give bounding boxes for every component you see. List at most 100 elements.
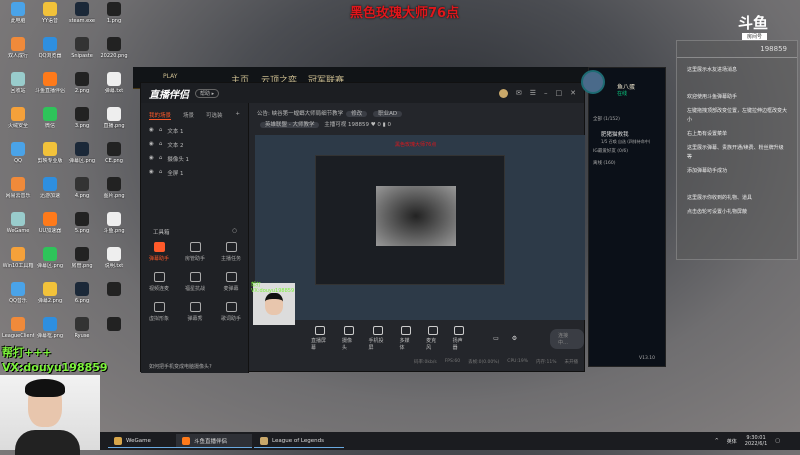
eye-icon[interactable]: ◉ xyxy=(149,155,154,163)
friend-group-fav[interactable]: IG最爱好友 (0/6) xyxy=(593,148,628,154)
desktop-icon[interactable]: QQ音乐 xyxy=(2,282,34,317)
source-item[interactable]: ◉ ⌂ 文本 1 xyxy=(141,124,248,138)
category-tag[interactable]: 职业AD xyxy=(373,111,403,117)
close-icon[interactable]: ✕ xyxy=(570,89,576,98)
friend-name[interactable]: 肥猪猫救我 xyxy=(601,130,629,138)
desktop-icon[interactable]: CE.png xyxy=(98,142,130,177)
desktop-icon[interactable]: 回收站 xyxy=(2,72,34,107)
tool-item[interactable]: 麦弹幕 xyxy=(213,272,249,302)
friend-group-all[interactable]: 全部 (1/152) xyxy=(593,116,620,122)
desktop-icon[interactable]: steam.exe xyxy=(66,2,98,37)
start-live-button[interactable]: 连接中... xyxy=(550,328,584,349)
desktop-icon[interactable]: 弹幕.txt xyxy=(98,72,130,107)
source-button[interactable]: 多媒体 xyxy=(400,326,414,351)
desktop-icon[interactable]: 4.png xyxy=(66,177,98,212)
source-item[interactable]: ◉ ⌂ 摄像头 1 xyxy=(141,152,248,166)
desktop-icon[interactable] xyxy=(98,282,130,317)
desktop-icon[interactable]: 弹幕2.png xyxy=(34,282,66,317)
tab-my-scenes[interactable]: 我的场景 xyxy=(149,111,172,120)
menu-icon[interactable]: ☰ xyxy=(530,89,536,98)
toolbox-settings-icon[interactable]: ○ xyxy=(232,228,237,236)
taskbar-wegame[interactable]: WeGame xyxy=(108,434,184,448)
add-scene-icon[interactable]: + xyxy=(235,111,240,120)
tool-item[interactable]: 主播任务 xyxy=(213,242,249,272)
desktop-icon[interactable]: 直播.png xyxy=(98,107,130,142)
online-status[interactable]: 在线 xyxy=(617,90,627,97)
desktop-icon[interactable]: 房管.png xyxy=(66,247,98,282)
game-category[interactable]: 英雄联盟 - 大师教学 xyxy=(260,122,320,128)
desktop-icon[interactable]: Win10工具箱 xyxy=(2,247,34,282)
minimize-icon[interactable]: – xyxy=(544,89,548,98)
tool-item[interactable]: 视频连麦 xyxy=(141,272,177,302)
tip-link[interactable]: 如何把手机变成电脑摄像头? xyxy=(149,363,212,370)
source-button[interactable]: 直播屏幕 xyxy=(311,326,329,351)
desktop-icon[interactable]: YY语音 xyxy=(34,2,66,37)
desktop-icon-label: QQ xyxy=(14,158,22,164)
desktop-icon-label: 房管.png xyxy=(71,263,93,269)
tool-item[interactable]: 虚拟形象 xyxy=(141,302,177,332)
desktop-icon[interactable]: WeGame xyxy=(2,212,34,247)
desktop-icon[interactable]: 1.png xyxy=(98,2,130,37)
help-button[interactable]: 帮助 ▸ xyxy=(195,88,220,98)
record-icon[interactable]: ▭ xyxy=(493,335,499,342)
clock[interactable]: 9:30:01 2022/6/1 xyxy=(745,435,767,447)
notice-edit-button[interactable]: 修改 xyxy=(346,111,368,117)
desktop-icon[interactable]: 火绒安全 xyxy=(2,107,34,142)
tool-item[interactable]: 房管助手 xyxy=(177,242,213,272)
desktop-icon[interactable]: 网易云音乐 xyxy=(2,177,34,212)
lock-icon[interactable]: ⌂ xyxy=(159,155,163,163)
desktop-icon[interactable]: 20220.png xyxy=(98,37,130,72)
tool-item[interactable]: 弹幕秀 xyxy=(177,302,213,332)
friend-group-offline[interactable]: 离线 (160) xyxy=(593,160,616,166)
notification-icon[interactable]: ▢ xyxy=(775,438,780,444)
ime-indicator[interactable]: 英体 xyxy=(727,438,737,445)
source-item[interactable]: ◉ ⌂ 全屏 1 xyxy=(141,166,248,180)
desktop-icon[interactable]: 图片.png xyxy=(98,177,130,212)
user-avatar[interactable] xyxy=(498,88,508,98)
tool-item[interactable]: 弹幕助手 xyxy=(141,242,177,272)
lock-icon[interactable]: ⌂ xyxy=(159,141,163,149)
source-item[interactable]: ◉ ⌂ 文本 2 xyxy=(141,138,248,152)
message-icon[interactable]: ✉ xyxy=(516,89,522,98)
eye-icon[interactable]: ◉ xyxy=(149,169,154,177)
desktop-icon[interactable]: 2.png xyxy=(66,72,98,107)
desktop-icon[interactable]: 弹幕区.png xyxy=(66,142,98,177)
maximize-icon[interactable]: □ xyxy=(556,89,563,98)
desktop-icon[interactable]: 说明.txt xyxy=(98,247,130,282)
desktop-icon[interactable]: Snipaste xyxy=(66,37,98,72)
source-button[interactable]: 扬声器 xyxy=(453,326,467,351)
settings-icon[interactable]: ⚙ xyxy=(512,335,517,342)
tool-item[interactable]: 歌词助手 xyxy=(213,302,249,332)
app-icon xyxy=(11,72,25,86)
tab-scenes[interactable]: 场景 xyxy=(183,111,194,120)
lol-play-button[interactable]: PLAY xyxy=(163,73,177,80)
source-button[interactable]: 摄像头 xyxy=(342,326,356,351)
taskbar-lol[interactable]: League of Legends xyxy=(254,434,344,448)
desktop-icon[interactable]: 弹幕区.png xyxy=(34,247,66,282)
desktop-icon[interactable]: 5.png xyxy=(66,212,98,247)
desktop-icon[interactable]: 斗鱼直播伴侣 xyxy=(34,72,66,107)
desktop-icon[interactable]: UU加速器 xyxy=(34,212,66,247)
desktop-icon[interactable]: 3.png xyxy=(66,107,98,142)
desktop-icon[interactable]: 此电脑 xyxy=(2,2,34,37)
desktop-icon[interactable]: 剪映专业版 xyxy=(34,142,66,177)
tab-optional[interactable]: 可选装 xyxy=(206,111,223,120)
profile-avatar[interactable] xyxy=(581,70,605,94)
eye-icon[interactable]: ◉ xyxy=(149,141,154,149)
desktop-icon[interactable]: QQ xyxy=(2,142,34,177)
eye-icon[interactable]: ◉ xyxy=(149,127,154,135)
desktop-icon[interactable]: QQ浏览器 xyxy=(34,37,66,72)
desktop-icon[interactable]: 微信 xyxy=(34,107,66,142)
lock-icon[interactable]: ⌂ xyxy=(159,127,163,135)
source-button[interactable]: 手机投屏 xyxy=(369,326,387,351)
source-button[interactable]: 麦克风 xyxy=(426,326,440,351)
desktop-icon[interactable]: 斗鱼.png xyxy=(98,212,130,247)
taskbar-douyu[interactable]: 斗鱼直播伴侣 xyxy=(176,434,252,448)
lock-icon[interactable]: ⌂ xyxy=(159,169,163,177)
desktop-icon[interactable]: 迅游加速 xyxy=(34,177,66,212)
stream-preview[interactable]: 黑色玫瑰大师76点 xyxy=(255,135,585,320)
tool-item[interactable]: 福星抗战 xyxy=(177,272,213,302)
tray-expand-icon[interactable]: ^ xyxy=(715,438,719,444)
desktop-icon[interactable]: 6.png xyxy=(66,282,98,317)
desktop-icon[interactable]: 双人成行 xyxy=(2,37,34,72)
